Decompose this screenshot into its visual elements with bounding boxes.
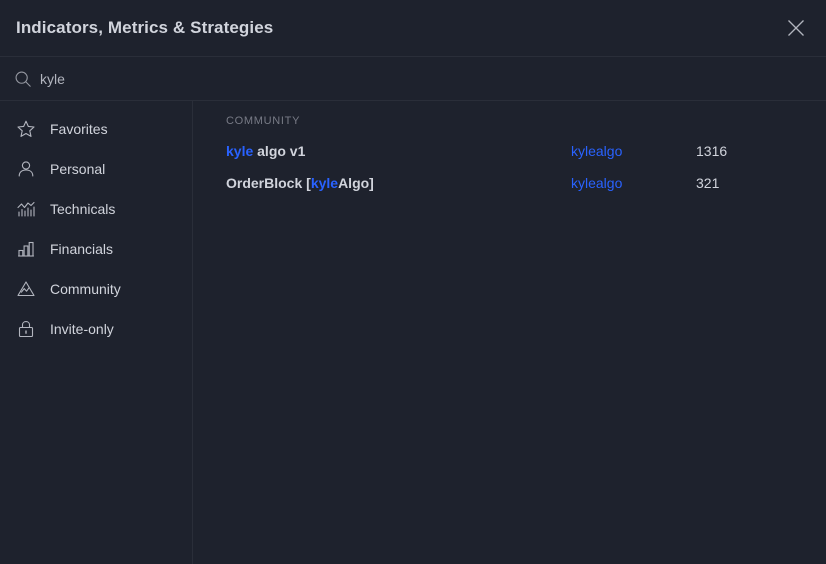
result-name: OrderBlock [kyleAlgo] <box>226 175 571 191</box>
technicals-icon <box>17 201 35 217</box>
result-name-match: kyle <box>226 143 254 159</box>
result-author[interactable]: kylealgo <box>571 175 696 191</box>
sidebar-item-community[interactable]: Community <box>0 269 192 309</box>
result-name-match: kyle <box>310 175 339 191</box>
result-name-suffix: algo v1 <box>253 143 306 159</box>
dialog-header: Indicators, Metrics & Strategies <box>0 0 826 57</box>
page-title: Indicators, Metrics & Strategies <box>16 18 274 37</box>
person-icon <box>18 161 34 177</box>
result-name-suffix: Algo] <box>338 175 374 191</box>
result-author[interactable]: kylealgo <box>571 143 696 159</box>
result-name: kyle algo v1 <box>226 143 571 159</box>
table-row[interactable]: kyle algo v1 kylealgo 1316 <box>193 135 826 167</box>
star-icon <box>17 120 35 137</box>
lock-icon <box>18 321 34 338</box>
close-icon <box>788 20 804 36</box>
sidebar-item-label: Favorites <box>50 121 108 137</box>
result-name-prefix: OrderBlock [ <box>226 175 311 191</box>
sidebar-item-financials[interactable]: Financials <box>0 229 192 269</box>
indicators-dialog: Indicators, Metrics & Strategies Favorit… <box>0 0 826 564</box>
close-button[interactable] <box>778 10 814 46</box>
sidebar-item-label: Personal <box>50 161 106 177</box>
financials-icon <box>17 241 35 257</box>
community-icon <box>17 281 35 297</box>
search-icon <box>15 71 31 87</box>
sidebar-item-label: Invite-only <box>50 321 114 337</box>
sidebar-item-technicals[interactable]: Technicals <box>0 189 192 229</box>
sidebar-item-label: Community <box>50 281 121 297</box>
sidebar: Favorites Personal Technicals Financials… <box>0 101 193 564</box>
sidebar-item-personal[interactable]: Personal <box>0 149 192 189</box>
result-count: 1316 <box>696 143 728 159</box>
result-count: 321 <box>696 175 720 191</box>
sidebar-item-invite-only[interactable]: Invite-only <box>0 309 192 349</box>
sidebar-item-label: Financials <box>50 241 114 257</box>
table-row[interactable]: OrderBlock [kyleAlgo] kylealgo 321 <box>193 167 826 199</box>
search-input[interactable] <box>40 70 440 87</box>
sidebar-item-label: Technicals <box>50 201 116 217</box>
sidebar-item-favorites[interactable]: Favorites <box>0 109 192 149</box>
results-group-title: COMMUNITY <box>226 115 301 127</box>
dialog-body: Favorites Personal Technicals Financials… <box>0 101 826 564</box>
search-bar <box>0 57 826 101</box>
results-panel: COMMUNITY kyle algo v1 kylealgo 1316 Ord… <box>193 101 826 564</box>
